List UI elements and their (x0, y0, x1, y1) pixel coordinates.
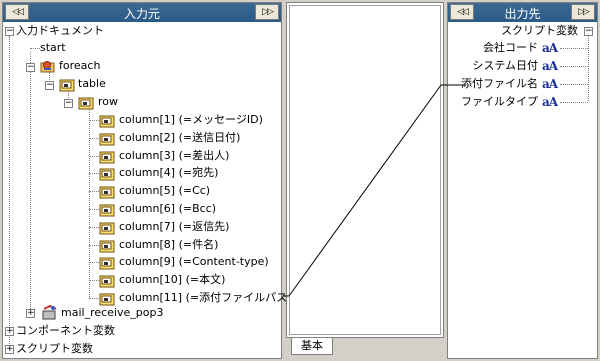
mapping-line (288, 84, 442, 297)
mapping-lines (284, 84, 465, 297)
